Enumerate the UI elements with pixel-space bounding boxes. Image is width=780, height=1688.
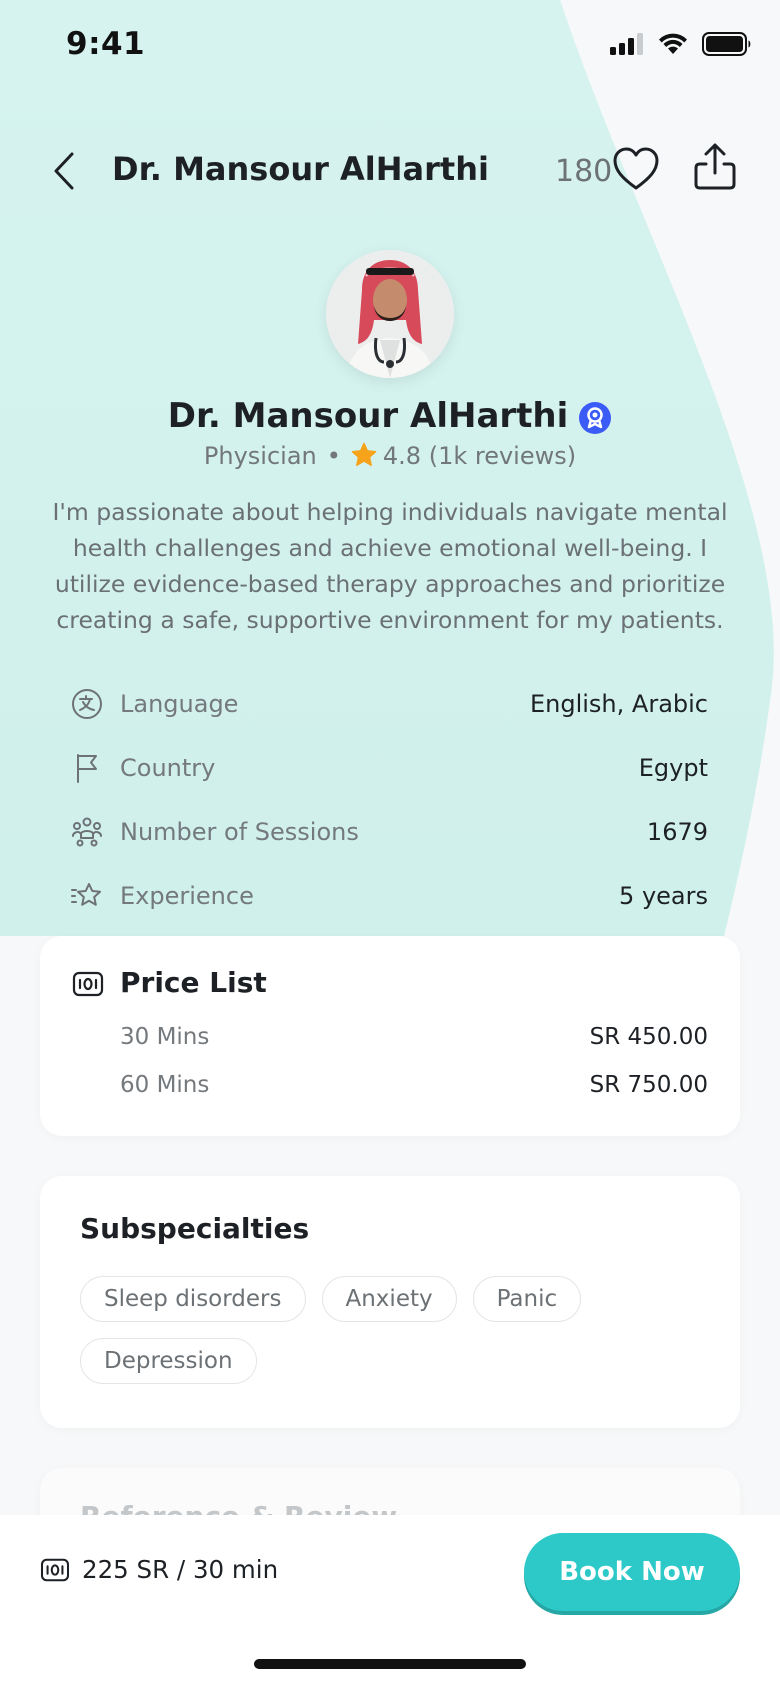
reviews-count[interactable]: (1k reviews)	[429, 442, 576, 470]
language-icon	[70, 687, 104, 721]
info-label: Language	[120, 690, 239, 718]
doctor-avatar	[326, 250, 454, 378]
status-icons	[610, 32, 752, 56]
info-row-experience: Experience 5 years	[70, 864, 708, 928]
top-nav: Dr. Mansour AlHarthi 180	[0, 140, 780, 200]
info-label: Experience	[120, 882, 254, 910]
subspecialty-chip[interactable]: Depression	[80, 1338, 257, 1384]
info-row-language: Language English, Arabic	[70, 672, 708, 736]
info-label: Number of Sessions	[120, 818, 359, 846]
separator-dot: •	[326, 442, 341, 470]
info-value: 5 years	[619, 882, 708, 910]
subspecialties-card: Subspecialties Sleep disorders Anxiety P…	[40, 1176, 740, 1428]
status-time: 9:41	[66, 26, 146, 62]
book-now-button[interactable]: Book Now	[524, 1533, 740, 1611]
subspecialty-chip[interactable]: Anxiety	[321, 1276, 457, 1322]
money-icon	[72, 971, 104, 997]
status-bar: 9:41	[0, 0, 780, 92]
money-icon	[40, 1558, 70, 1581]
doctor-photo	[326, 250, 454, 378]
star-icon	[351, 442, 377, 466]
price-label: 60 Mins	[120, 1072, 210, 1098]
flag-icon	[70, 751, 104, 785]
doctor-meta: Physician • 4.8 (1k reviews)	[0, 442, 780, 470]
info-list: Language English, Arabic Country Egypt N…	[70, 672, 708, 928]
doctor-name: Dr. Mansour AlHarthi	[0, 396, 780, 436]
subspecialties-title: Subspecialties	[80, 1212, 310, 1245]
chevron-left-icon	[54, 152, 74, 190]
price-row: 30 Mins SR 450.00	[120, 1024, 708, 1050]
people-icon	[70, 815, 104, 849]
info-value: 1679	[646, 818, 708, 846]
price-value: SR 450.00	[589, 1024, 708, 1050]
doctor-bio: I'm passionate about helping individuals…	[52, 498, 728, 634]
info-row-sessions: Number of Sessions 1679	[70, 800, 708, 864]
nav-title: Dr. Mansour AlHarthi	[112, 150, 489, 188]
subspecialty-chip[interactable]: Sleep disorders	[80, 1276, 306, 1322]
verified-badge-icon	[579, 401, 612, 434]
info-row-country: Country Egypt	[70, 736, 708, 800]
specialty: Physician	[203, 442, 317, 470]
signal-icon	[610, 33, 643, 55]
price-list-title: Price List	[120, 966, 267, 999]
battery-icon	[702, 32, 751, 56]
price-row: 60 Mins SR 750.00	[120, 1072, 708, 1098]
favorites-count: 180	[555, 154, 613, 189]
home-indicator[interactable]	[254, 1659, 526, 1669]
wifi-icon	[659, 33, 687, 54]
favorite-button[interactable]	[612, 146, 662, 196]
session-price-text: 225 SR / 30 min	[82, 1555, 279, 1584]
subspecialty-chips: Sleep disorders Anxiety Panic Depression	[80, 1276, 700, 1384]
info-label: Country	[120, 754, 216, 782]
info-value: English, Arabic	[529, 690, 708, 718]
subspecialty-chip[interactable]: Panic	[472, 1276, 582, 1322]
price-list-card: Price List 30 Mins SR 450.00 60 Mins SR …	[40, 936, 740, 1136]
price-value: SR 750.00	[589, 1072, 708, 1098]
rating-value: 4.8	[382, 442, 422, 470]
back-button[interactable]	[44, 146, 84, 196]
doctor-name-text: Dr. Mansour AlHarthi	[167, 396, 569, 436]
share-icon	[694, 143, 736, 190]
share-button[interactable]	[690, 142, 742, 194]
session-price: 225 SR / 30 min	[40, 1555, 278, 1584]
star-outline-icon	[70, 879, 104, 913]
heart-icon	[613, 147, 659, 190]
price-label: 30 Mins	[120, 1024, 210, 1050]
info-value: Egypt	[638, 754, 708, 782]
